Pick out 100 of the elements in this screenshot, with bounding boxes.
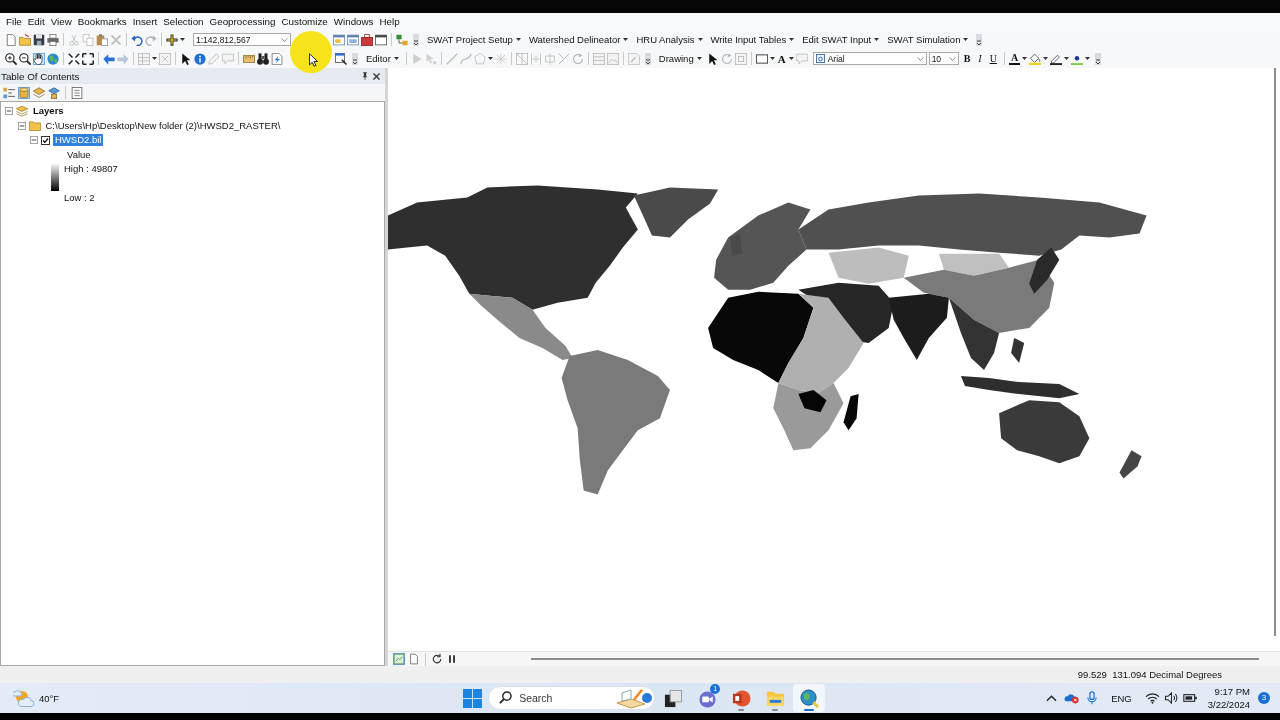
pointer-icon[interactable] xyxy=(706,52,719,65)
vertical-scrollbar[interactable] xyxy=(1274,68,1276,636)
line-color-icon[interactable] xyxy=(1050,52,1063,65)
layers-diamond-icon[interactable] xyxy=(33,86,45,99)
menu-item[interactable]: Customize xyxy=(278,14,331,29)
new-document-icon[interactable] xyxy=(5,33,17,46)
menu-item[interactable]: Selection xyxy=(160,14,207,29)
tree-item[interactable]: HWSD2.bil xyxy=(53,134,104,147)
close-icon[interactable] xyxy=(373,72,380,80)
pin-icon[interactable] xyxy=(362,72,368,80)
menu-item[interactable]: Geoprocessing xyxy=(206,14,279,29)
search-field[interactable]: Search xyxy=(488,686,656,710)
dropdown-caret-icon[interactable] xyxy=(963,38,969,41)
paste-icon[interactable] xyxy=(96,33,108,46)
windows-logo-icon[interactable] xyxy=(463,688,483,708)
expander-icon[interactable] xyxy=(17,121,26,130)
toolbar-menu[interactable]: SWAT Simulation xyxy=(884,33,972,46)
toolbar-menu[interactable]: SWAT Project Setup xyxy=(424,33,524,46)
expander-icon[interactable] xyxy=(30,136,38,145)
toolbar-options-icon[interactable] xyxy=(352,52,358,65)
zoom-out-icon[interactable] xyxy=(19,52,31,65)
star-icon[interactable] xyxy=(494,52,507,65)
wifi-icon[interactable] xyxy=(1144,692,1160,704)
dropdown-caret-icon[interactable] xyxy=(515,38,521,41)
font-combobox[interactable]: Arial xyxy=(812,52,927,65)
pause-icon[interactable] xyxy=(446,653,458,665)
format-button[interactable]: U xyxy=(986,52,1000,65)
image-frame-icon[interactable] xyxy=(393,653,405,665)
dropdown-caret-icon[interactable] xyxy=(180,38,185,41)
menu-item[interactable]: File xyxy=(3,14,25,29)
dropdown-caret-icon[interactable] xyxy=(487,57,493,60)
scale-combobox[interactable]: 1:142,812,567 xyxy=(193,33,291,46)
toolbar-menu[interactable]: Drawing xyxy=(655,52,705,65)
dropdown-caret-icon[interactable] xyxy=(696,57,702,60)
text-tool-button[interactable]: A xyxy=(776,52,787,65)
format-button[interactable]: I xyxy=(975,52,985,65)
plus-icon[interactable] xyxy=(166,33,178,46)
font-size-combobox[interactable]: 10 xyxy=(928,52,959,65)
menu-item[interactable]: View xyxy=(47,14,75,29)
toolbar-menu[interactable]: Write Input Tables xyxy=(707,33,798,46)
toolbar-options-icon[interactable] xyxy=(1095,52,1102,65)
format-button[interactable]: B xyxy=(960,52,974,65)
clock-date[interactable]: 3/22/2024 xyxy=(1207,698,1250,711)
battery-icon[interactable] xyxy=(1182,692,1198,704)
globe-icon[interactable] xyxy=(47,52,59,65)
toolbar-options-icon[interactable] xyxy=(644,52,651,65)
cloud-error-icon[interactable] xyxy=(1064,692,1080,704)
corners-icon[interactable] xyxy=(82,52,94,65)
menu-item[interactable]: Help xyxy=(376,14,403,29)
fill-color-icon[interactable] xyxy=(1029,52,1042,65)
toolbar-options-icon[interactable] xyxy=(976,33,983,46)
dropdown-caret-icon[interactable] xyxy=(1043,57,1049,60)
pan-hand-icon[interactable] xyxy=(33,52,45,65)
database-icon[interactable] xyxy=(18,86,30,99)
horizontal-scrollbar[interactable] xyxy=(531,658,1259,660)
binoculars-icon[interactable] xyxy=(257,52,269,65)
dropdown-caret-icon[interactable] xyxy=(788,57,794,60)
flowchart-icon[interactable] xyxy=(396,33,408,46)
weather-temperature[interactable]: 40°F xyxy=(39,692,60,704)
dropdown-caret-icon[interactable] xyxy=(623,38,629,41)
dropdown-caret-icon[interactable] xyxy=(874,38,880,41)
dropdown-caret-icon[interactable] xyxy=(697,38,703,41)
arrows-in-icon[interactable] xyxy=(68,52,80,65)
dropdown-caret-icon[interactable] xyxy=(152,57,157,60)
list-icon[interactable] xyxy=(71,86,83,99)
expander-icon[interactable] xyxy=(5,107,13,116)
font-color-button[interactable]: A xyxy=(1008,52,1021,65)
shapes-icon[interactable] xyxy=(48,86,60,99)
pointer-icon[interactable] xyxy=(180,52,192,65)
dropdown-caret-icon[interactable] xyxy=(769,57,775,60)
window-icon[interactable] xyxy=(335,52,347,65)
tree-item[interactable]: C:\Users\Hp\Desktop\New folder (2)\HWSD2_RASTER\ xyxy=(43,119,283,132)
checkbox[interactable] xyxy=(41,135,50,145)
undo-icon[interactable] xyxy=(131,33,143,46)
zoom-in-icon[interactable] xyxy=(5,52,17,65)
save-icon[interactable] xyxy=(33,33,45,46)
info-icon[interactable] xyxy=(194,52,206,65)
tree-item[interactable]: Layers xyxy=(31,105,66,118)
dropdown-caret-icon[interactable] xyxy=(789,38,795,41)
menu-item[interactable]: Insert xyxy=(129,14,161,29)
document-bolt-icon[interactable] xyxy=(271,52,283,65)
menu-item[interactable]: Edit xyxy=(24,14,48,29)
dropdown-caret-icon[interactable] xyxy=(1022,57,1028,60)
dropdown-caret-icon[interactable] xyxy=(1064,57,1070,60)
clock-time[interactable]: 9:17 PM xyxy=(1214,685,1250,698)
menu-item[interactable]: Windows xyxy=(330,14,377,29)
toolbox-icon[interactable] xyxy=(361,33,373,46)
window-icon[interactable] xyxy=(375,33,387,46)
back-arrow-icon[interactable] xyxy=(103,52,115,65)
toolbar-menu[interactable]: HRU Analysis xyxy=(633,33,706,46)
toolbar-menu[interactable]: Editor xyxy=(363,52,402,65)
toolbar-options-icon[interactable] xyxy=(413,33,419,46)
menu-item[interactable]: Bookmarks xyxy=(74,14,130,29)
list-order-icon[interactable] xyxy=(3,86,15,99)
refresh-icon[interactable] xyxy=(431,653,443,665)
notification-count[interactable]: 3 xyxy=(1258,692,1270,704)
chevron-up-icon[interactable] xyxy=(1046,694,1058,702)
language-indicator[interactable]: ENG xyxy=(1111,692,1132,704)
toolbar-menu[interactable]: Watershed Delineator xyxy=(525,33,632,46)
print-icon[interactable] xyxy=(47,33,59,46)
